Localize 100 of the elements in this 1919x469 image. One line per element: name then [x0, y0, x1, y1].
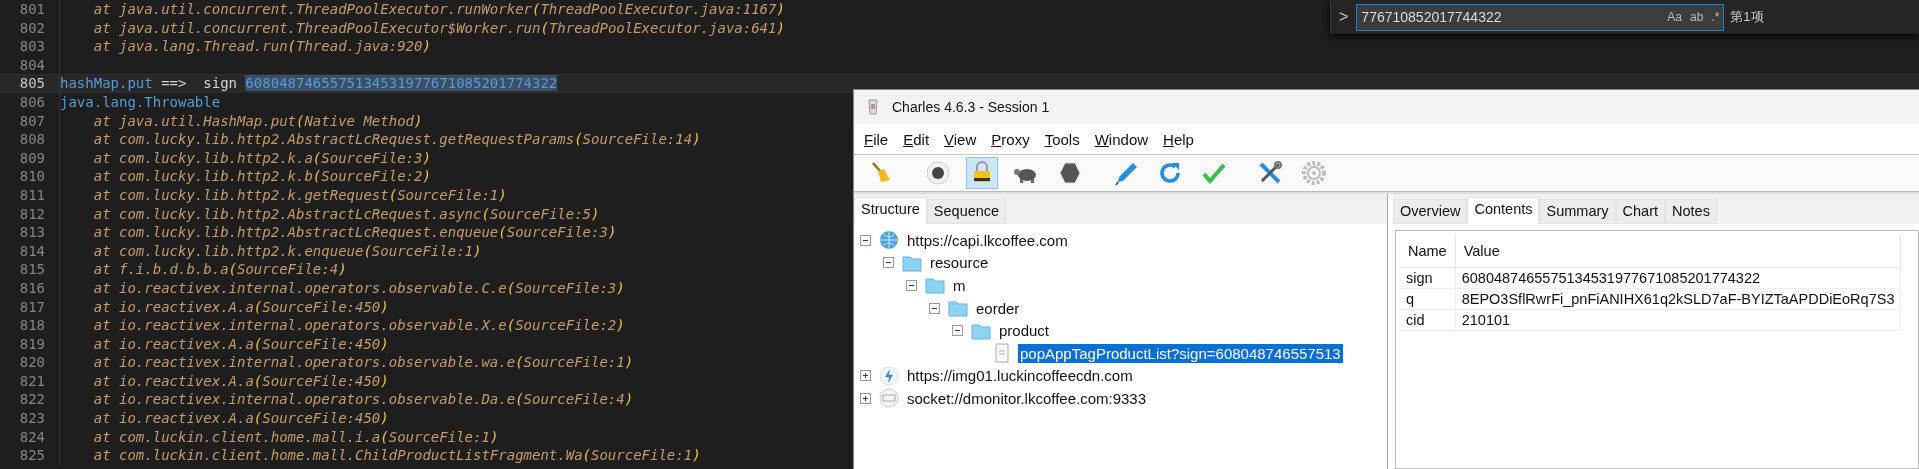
tab[interactable]: Overview	[1393, 199, 1468, 224]
folder-icon	[948, 298, 968, 319]
collapse-toggle[interactable]	[860, 234, 871, 246]
gear-icon	[1301, 160, 1327, 186]
tab[interactable]: Chart	[1615, 199, 1665, 224]
tools-icon	[1257, 160, 1283, 186]
code-line: at com.lucky.lib.http2.k.a(SourceFile:3)	[92, 148, 431, 168]
code-line: at io.reactivex.A.a(SourceFile:450)	[92, 334, 389, 354]
table-cell: sign	[1400, 267, 1456, 289]
code-line: at io.reactivex.internal.operators.observable.X.e(SourceFile:2)	[92, 316, 625, 335]
tree-item[interactable]: product	[997, 321, 1052, 341]
line-number: 810	[0, 167, 60, 186]
collapse-toggle[interactable]	[929, 302, 940, 314]
line-number: 824	[0, 427, 60, 447]
line-number: 820	[0, 353, 60, 372]
menu-item[interactable]: Window	[1094, 130, 1149, 148]
line-number: 806	[0, 92, 60, 112]
menu-item[interactable]: Tools	[1044, 130, 1080, 148]
tree-item[interactable]: https://capi.lkcoffee.com	[905, 230, 1070, 250]
line-number: 821	[0, 371, 60, 391]
tree-item[interactable]: m	[951, 276, 968, 295]
collapse-toggle[interactable]	[883, 257, 894, 269]
code-line: at io.reactivex.A.a(SourceFile:450)	[92, 409, 389, 428]
folder-icon	[925, 275, 945, 296]
code-line: at io.reactivex.A.a(SourceFile:450)	[92, 371, 389, 391]
line-number: 811	[0, 185, 60, 205]
collapse-toggle[interactable]	[906, 280, 917, 291]
pen-icon	[1113, 160, 1139, 186]
code-line: at com.luckin.client.home.mall.ChildProductListFragment.Wa(SourceFile:1)	[92, 446, 701, 465]
tab[interactable]: Notes	[1665, 199, 1717, 224]
expand-toggle[interactable]: >	[1331, 8, 1351, 26]
line-number: 812	[0, 204, 60, 224]
code-line: at com.lucky.lib.http2.k.getRequest(SourceFile:1)	[92, 185, 507, 205]
line-number: 809	[0, 148, 60, 168]
line-number: 819	[0, 334, 60, 354]
match-count: 第1项	[1730, 8, 1764, 26]
menu-item[interactable]: Edit	[903, 130, 930, 148]
table-cell: cid	[1400, 309, 1456, 331]
search-option[interactable]: Aa	[1667, 10, 1682, 24]
column-header[interactable]: Value	[1455, 235, 1901, 268]
line-number: 818	[0, 316, 60, 335]
menu-item[interactable]: Proxy	[991, 130, 1030, 148]
line-number: 823	[0, 409, 60, 428]
lightning-icon	[879, 365, 899, 386]
tree-item[interactable]: resource	[928, 253, 991, 273]
line-number: 817	[0, 297, 60, 317]
tab[interactable]: Structure	[854, 197, 927, 224]
search-field[interactable]: 776710852017744322 Aa ab .*	[1356, 3, 1725, 31]
refresh-icon	[1157, 160, 1183, 186]
code-line: at io.reactivex.A.a(SourceFile:450)	[92, 297, 389, 317]
code-line: at com.lucky.lib.http2.AbstractLcRequest.async(SourceFile:5)	[92, 204, 600, 224]
code-line: hashMap.put ==> sign 6080487465575134531977671085201774322	[60, 75, 558, 92]
code-line: at java.util.HashMap.put(Native Method)	[92, 111, 423, 131]
code-line: at com.lucky.lib.http2.k.b(SourceFile:2)	[92, 167, 431, 186]
table-cell: q	[1400, 288, 1456, 310]
table-cell: 6080487465575134531977671085201774322	[1455, 267, 1901, 289]
code-line: at java.util.concurrent.ThreadPoolExecutor.runWorker(ThreadPoolExecutor.java:1167)	[92, 0, 785, 19]
hexagon-icon	[1057, 160, 1083, 186]
tree-item[interactable]: socket://dmonitor.lkcoffee.com:9333	[905, 388, 1149, 408]
tree-item[interactable]: popAppTagProductList?sign=608048746557513	[1018, 343, 1343, 363]
tab[interactable]: Sequence	[926, 199, 1007, 224]
line-number: 822	[0, 390, 60, 410]
toolbar-button[interactable]	[966, 157, 998, 189]
file-icon	[992, 343, 1012, 364]
line-number: 808	[0, 130, 60, 149]
menu-item[interactable]: View	[944, 130, 977, 148]
line-number: 815	[0, 260, 60, 279]
menu-item[interactable]: File	[864, 130, 889, 148]
expand-toggle[interactable]	[860, 392, 871, 404]
menu-item[interactable]: Help	[1163, 130, 1194, 148]
line-number: 813	[0, 223, 60, 242]
tab[interactable]: Contents	[1467, 197, 1540, 224]
code-line: at io.reactivex.internal.operators.observable.Da.e(SourceFile:4)	[92, 390, 634, 410]
tree-item[interactable]: eorder	[974, 298, 1022, 318]
socket-icon	[879, 388, 899, 409]
code-line: at com.lucky.lib.http2.k.enqueue(SourceFile:1)	[92, 241, 482, 261]
code-line: at f.i.b.d.b.b.a(SourceFile:4)	[92, 260, 347, 279]
tree-item[interactable]: https://img01.luckincoffeecdn.com	[905, 366, 1135, 386]
code-line: java.lang.Throwable	[60, 92, 221, 112]
collapse-toggle[interactable]	[952, 325, 963, 337]
line-number: 814	[0, 241, 60, 261]
search-option[interactable]: .*	[1711, 10, 1720, 24]
code-line: at java.util.concurrent.ThreadPoolExecutor$Worker.run(ThreadPoolExecutor.java:641)	[92, 18, 785, 38]
code-line: at com.lucky.lib.http2.AbstractLcRequest.enqueue(SourceFile:3)	[92, 223, 617, 242]
line-number: 801	[0, 0, 60, 19]
code-line: at com.luckin.client.home.mall.i.a(SourceFile:1)	[92, 427, 499, 447]
expand-toggle[interactable]	[860, 370, 871, 382]
code-line: at java.lang.Thread.run(Thread.java:920)	[92, 37, 431, 56]
table-cell: 8EPO3SflRwrFi_pnFiANIHX61q2kSLD7aF-BYIZTaAPDDiEoRq7S3	[1455, 288, 1901, 310]
code-line: at io.reactivex.internal.operators.observable.C.e(SourceFile:3)	[92, 278, 625, 298]
search-option[interactable]: ab	[1689, 10, 1704, 24]
record-icon	[925, 160, 951, 186]
line-number: 802	[0, 18, 60, 38]
line-number: 825	[0, 446, 60, 465]
column-header[interactable]: Name	[1400, 235, 1456, 268]
window-title: Charles 4.6.3 - Session 1	[892, 99, 1050, 115]
line-number: 805	[0, 75, 60, 92]
tab[interactable]: Summary	[1539, 199, 1616, 224]
table-cell: 210101	[1455, 309, 1901, 331]
globe-icon	[879, 230, 899, 251]
